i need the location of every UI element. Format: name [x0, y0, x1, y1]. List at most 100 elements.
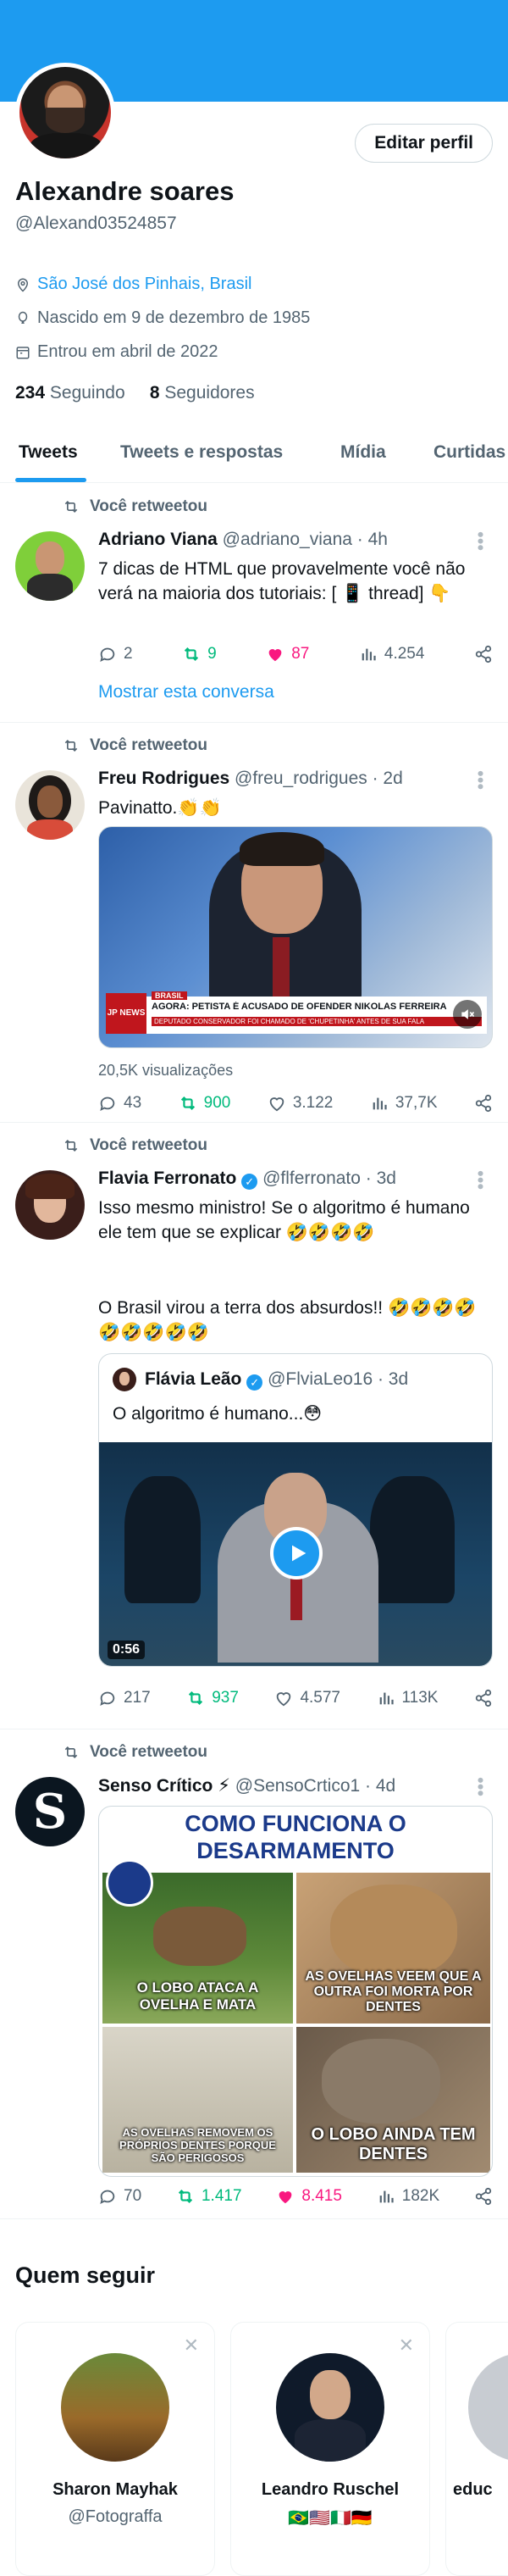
reply-button[interactable]: 70 — [98, 2187, 141, 2206]
profile-avatar[interactable] — [15, 63, 115, 163]
news-tag: BRASIL — [152, 991, 187, 1000]
follow-suggestion-card[interactable]: ✕ Leandro Ruschel 🇧🇷🇺🇸🇮🇹🇩🇪 — [230, 2322, 430, 2576]
retweet-context-label: Você retweetou — [90, 1743, 208, 1761]
tab-tweets[interactable]: Tweets — [19, 442, 78, 463]
follow-suggestion-card-partial[interactable]: educ — [445, 2322, 508, 2576]
share-button[interactable] — [474, 1689, 493, 1707]
tweet-actions: 217 937 4.577 113K — [98, 1685, 493, 1711]
quoted-text: O algoritmo é humano...😳 — [113, 1404, 323, 1424]
suggestion-avatar[interactable] — [468, 2353, 508, 2462]
tab-media[interactable]: Mídia — [340, 442, 386, 463]
view-count: 113K — [401, 1689, 439, 1707]
tweet-author-handle[interactable]: @freu_rodrigues · 2d — [235, 769, 403, 788]
dismiss-icon[interactable]: ✕ — [184, 2334, 199, 2357]
tweet-actions: 70 1.417 8.415 182K — [98, 2184, 493, 2209]
tweet-author-name[interactable]: Senso Crítico ⚡ — [98, 1776, 230, 1796]
news-subheadline: DEPUTADO CONSERVADOR FOI CHAMADO DE 'CHU… — [152, 1017, 482, 1026]
suggestion-name[interactable]: educ — [453, 2480, 493, 2500]
like-button[interactable]: 4.577 — [274, 1689, 340, 1707]
dismiss-icon[interactable]: ✕ — [399, 2334, 414, 2357]
mute-button[interactable] — [453, 1000, 482, 1029]
heart-icon — [269, 1097, 284, 1112]
view-count: 182K — [401, 2187, 440, 2205]
quoted-tweet[interactable]: Flávia Leão ✓ @FlviaLeo16 · 3d O algorit… — [98, 1353, 493, 1667]
play-icon — [292, 1545, 306, 1562]
like-button[interactable]: 8.415 — [276, 2187, 342, 2206]
image-title: COMO FUNCIONA O DESARMAMENTO — [185, 1811, 406, 1863]
suggestion-avatar[interactable] — [276, 2353, 384, 2462]
view-count: 37,7K — [395, 1094, 438, 1112]
views-button[interactable]: 37,7K — [370, 1094, 438, 1113]
profile-location[interactable]: São José dos Pinhais, Brasil — [15, 275, 251, 294]
tab-likes[interactable]: Curtidas — [433, 442, 505, 463]
more-options-icon[interactable]: ••• — [470, 531, 491, 551]
panel-caption: AS OVELHAS VEEM QUE A OUTRA FOI MORTA PO… — [305, 1969, 482, 2014]
avatar[interactable] — [15, 770, 85, 840]
tweet[interactable]: Você retweetou Flavia Ferronato ✓ @flfer… — [0, 1123, 508, 1729]
tweet-author-name[interactable]: Flavia Ferronato — [98, 1169, 236, 1188]
news-headline: AGORA: PETISTA É ACUSADO DE OFENDER NIKO… — [152, 1002, 447, 1012]
share-button[interactable] — [474, 1094, 493, 1113]
quoted-video[interactable]: 0:56 — [99, 1442, 492, 1666]
tweet-author-name[interactable]: Freu Rodrigues — [98, 769, 229, 788]
tweet-author-name[interactable]: Adriano Viana — [98, 530, 218, 549]
reply-button[interactable]: 217 — [98, 1689, 151, 1707]
retweet-button[interactable]: 9 — [182, 645, 217, 663]
avatar-s-logo[interactable]: S — [15, 1777, 85, 1846]
heart-filled-icon — [279, 2191, 292, 2204]
panel-caption: O LOBO AINDA TEM DENTES — [311, 2125, 476, 2163]
followers-link[interactable]: 8 Seguidores — [150, 383, 255, 402]
suggestion-name[interactable]: Leandro Ruschel — [231, 2480, 429, 2500]
suggestion-avatar[interactable] — [61, 2353, 169, 2462]
like-button[interactable]: 3.122 — [268, 1094, 333, 1113]
tweet-image[interactable]: COMO FUNCIONA O DESARMAMENTO O LOBO ATAC… — [98, 1806, 493, 2177]
tweet-author-handle[interactable]: @SensoCrtico1 · 4d — [235, 1776, 395, 1796]
views-button[interactable]: 4.254 — [359, 645, 424, 663]
tweet[interactable]: Você retweetou S Senso Crítico ⚡ @SensoC… — [0, 1729, 508, 2219]
video-view-count: 20,5K visualizações — [98, 1062, 234, 1079]
like-count: 87 — [291, 645, 310, 663]
reply-button[interactable]: 2 — [98, 645, 133, 663]
video-duration: 0:56 — [108, 1641, 146, 1659]
views-chart-icon — [373, 1097, 387, 1110]
tweet[interactable]: Você retweetou Adriano Viana @adriano_vi… — [0, 484, 508, 723]
tab-tweets-and-replies[interactable]: Tweets e respostas — [120, 442, 283, 463]
follow-suggestion-card[interactable]: ✕ Sharon Mayhak @Fotograffa — [15, 2322, 215, 2576]
retweet-context-label: Você retweetou — [90, 1136, 208, 1154]
edit-profile-button[interactable]: Editar perfil — [355, 124, 493, 163]
share-button[interactable] — [474, 645, 493, 663]
more-options-icon[interactable]: ••• — [470, 770, 491, 790]
suggestion-name[interactable]: Sharon Mayhak — [16, 2480, 214, 2500]
retweet-button[interactable]: 900 — [179, 1094, 230, 1113]
views-button[interactable]: 182K — [377, 2187, 439, 2206]
active-tab-indicator — [15, 478, 86, 482]
views-chart-icon — [379, 1692, 394, 1705]
avatar[interactable] — [15, 531, 85, 601]
views-button[interactable]: 113K — [377, 1689, 439, 1707]
reply-button[interactable]: 43 — [98, 1094, 141, 1113]
panel-caption: O LOBO ATACA A OVELHA E MATA — [136, 1979, 259, 2012]
retweet-button[interactable]: 1.417 — [176, 2187, 242, 2206]
share-icon — [475, 645, 492, 663]
tweet[interactable]: Você retweetou Freu Rodrigues @freu_rodr… — [0, 723, 508, 1123]
following-count: 234 — [15, 383, 46, 402]
tweet-author-handle[interactable]: @adriano_viana · 4h — [223, 530, 388, 549]
reply-count: 43 — [124, 1094, 142, 1112]
avatar[interactable] — [15, 1170, 85, 1240]
quoted-avatar — [113, 1368, 136, 1391]
share-button[interactable] — [474, 2187, 493, 2206]
suggestion-handle: 🇧🇷🇺🇸🇮🇹🇩🇪 — [288, 2509, 373, 2528]
like-button[interactable]: 87 — [266, 645, 309, 663]
profile-handle: @Alexand03524857 — [15, 214, 177, 233]
play-button[interactable] — [270, 1527, 323, 1579]
following-link[interactable]: 234 Seguindo — [15, 383, 125, 402]
tweet-header: Freu Rodrigues @freu_rodrigues · 2d — [98, 769, 403, 789]
retweet-button[interactable]: 937 — [186, 1689, 239, 1707]
tweet-video[interactable]: JP NEWS BRASIL AGORA: PETISTA É ACUSADO … — [98, 826, 493, 1048]
location-text[interactable]: São José dos Pinhais, Brasil — [37, 275, 251, 294]
tweet-text-paragraph-2: O Brasil virou a terra dos absurdos!! 🤣🤣… — [98, 1298, 477, 1342]
tweet-author-handle[interactable]: @flferronato · 3d — [262, 1169, 396, 1188]
more-options-icon[interactable]: ••• — [470, 1777, 491, 1796]
more-options-icon[interactable]: ••• — [470, 1170, 491, 1190]
show-conversation-link[interactable]: Mostrar esta conversa — [98, 682, 274, 702]
